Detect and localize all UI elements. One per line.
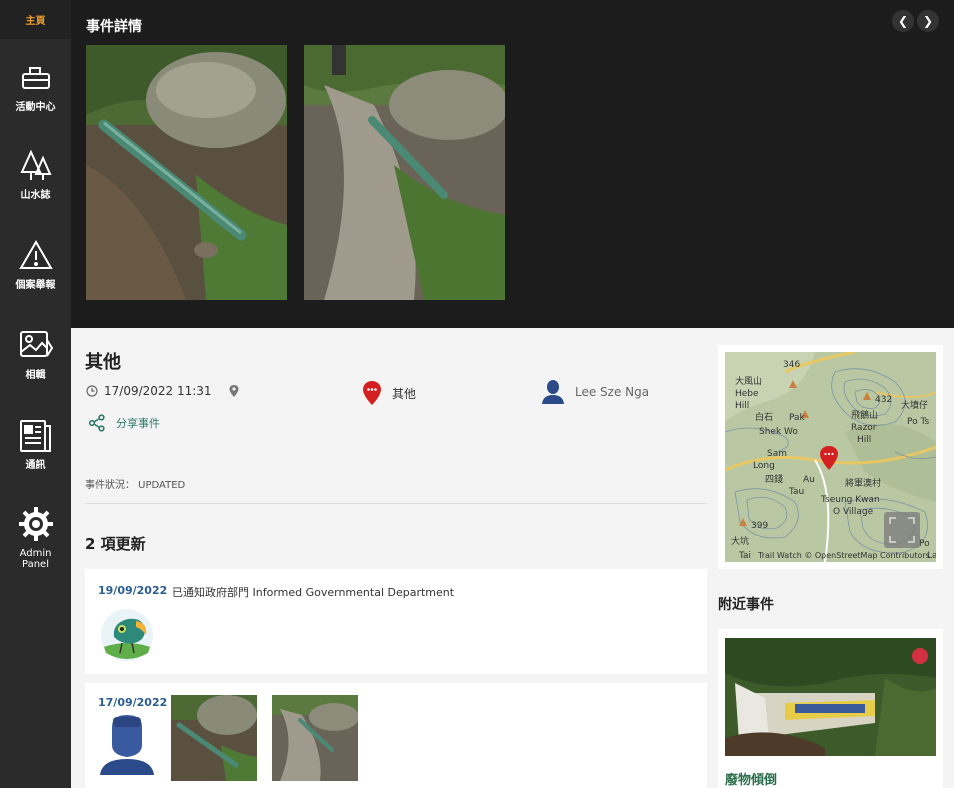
nearby-event-photo[interactable] [725, 638, 936, 756]
clock-icon [86, 385, 98, 397]
map-label: 432 [875, 395, 892, 405]
map-label: 399 [751, 521, 768, 531]
event-status: 事件狀況： UPDATED [85, 480, 186, 491]
sidebar-item-admin[interactable]: Admin Panel [0, 506, 71, 570]
event-photo-2[interactable] [304, 45, 505, 300]
map-label: 大坑 [731, 535, 749, 547]
reporter-name: Lee Sze Nga [575, 384, 650, 399]
sidebar-item-report[interactable]: 個案舉報 [0, 238, 71, 291]
chevron-left-icon: ❮ [897, 14, 909, 28]
map-label: Hebe [735, 389, 759, 399]
map-label: 大風山 [735, 375, 762, 387]
nearby-event-card[interactable]: 廢物傾倒 [718, 629, 943, 788]
sidebar-item-label: 個案舉報 [15, 280, 56, 291]
map-label: Tau [788, 487, 804, 497]
nearby-event-label: 廢物傾倒 [725, 773, 778, 788]
avatar [542, 380, 564, 404]
updates-title: 2 項更新 [85, 535, 146, 553]
sidebar-item-label: Admin Panel [19, 548, 52, 570]
album-icon [19, 331, 53, 357]
map-label: Au [803, 475, 815, 485]
warning-icon [18, 239, 53, 269]
map-label: 大墳仔 [901, 399, 928, 411]
map-attribution: Trail Watch © OpenStreetMap Contributors [757, 551, 930, 560]
event-photo-1[interactable] [86, 45, 287, 300]
update-card: 19/09/2022 已通知政府部門 Informed Governmental… [85, 569, 707, 674]
map-label: Shek Wo [759, 427, 798, 437]
update-date: 19/09/2022 [98, 584, 168, 597]
update-text: 已通知政府部門 Informed Governmental Department [172, 586, 455, 599]
map-label: O Village [833, 507, 874, 517]
nearby-title: 附近事件 [718, 597, 774, 613]
sidebar-home[interactable]: 主頁 [0, 0, 71, 39]
update-photo-2[interactable] [272, 695, 358, 781]
map-label: Tai [738, 551, 751, 561]
sidebar-item-activity[interactable]: 活動中心 [0, 60, 71, 113]
map-label: Hill [857, 435, 871, 445]
divider [85, 503, 707, 504]
sidebar-item-hiking[interactable]: 山水誌 [0, 148, 71, 201]
share-event-button[interactable]: 分享事件 [88, 414, 160, 432]
map-label: Pak [789, 413, 806, 423]
prev-button[interactable]: ❮ [892, 10, 914, 32]
chevron-right-icon: ❯ [922, 14, 934, 28]
event-map[interactable]: 346 大風山 Hebe Hill 白石 Pak Shek Wo 大墳仔 432… [725, 352, 936, 562]
sidebar-item-album[interactable]: 相輯 [0, 328, 71, 381]
update-date: 17/09/2022 [98, 696, 168, 709]
map-label: Po [919, 539, 930, 549]
activity-icon [21, 67, 50, 89]
share-icon [88, 414, 105, 432]
map-card: 346 大風山 Hebe Hill 白石 Pak Shek Wo 大墳仔 432… [718, 345, 943, 569]
share-label: 分享事件 [116, 417, 160, 430]
event-title: 其他 [85, 352, 121, 373]
event-gallery: 事件詳情 ❮ ❯ [71, 0, 954, 328]
map-label: 四錢 [765, 473, 783, 485]
sidebar-item-label: 相輯 [25, 370, 46, 381]
location-pin-icon[interactable] [228, 384, 240, 398]
trees-icon [19, 149, 52, 180]
event-category: 其他 [362, 380, 416, 406]
update-photo-1[interactable] [171, 695, 257, 781]
datetime-text: 17/09/2022 11:31 [104, 384, 212, 398]
sidebar-item-newsletter[interactable]: 通訊 [0, 418, 71, 471]
map-label: Sam [767, 449, 787, 459]
sidebar: 主頁 活動中心 山水誌 個案舉報 相輯 通訊 Admin Panel [0, 0, 71, 788]
gallery-title: 事件詳情 [86, 19, 142, 35]
map-label: Po Ts [907, 417, 929, 427]
event-datetime: 17/09/2022 11:31 [86, 384, 240, 398]
map-label: Tseung Kwan [820, 495, 880, 505]
sidebar-item-label: 通訊 [25, 460, 46, 471]
sidebar-item-label: 山水誌 [20, 190, 51, 201]
event-reporter: Lee Sze Nga [541, 379, 649, 404]
map-label: Razor [851, 423, 877, 433]
org-avatar [101, 609, 153, 661]
sidebar-item-label: 活動中心 [15, 102, 56, 113]
next-button[interactable]: ❯ [917, 10, 939, 32]
avatar [100, 715, 154, 775]
update-card: 17/09/2022 [85, 683, 707, 788]
map-label: 白石 [755, 411, 773, 423]
map-label: 飛鵝山 [851, 409, 878, 421]
map-label: Hill [735, 401, 749, 411]
newsletter-icon [19, 420, 51, 452]
category-pin-icon [363, 381, 381, 405]
map-label: Long [753, 461, 775, 471]
gear-icon [18, 507, 53, 541]
map-label: 346 [783, 360, 800, 370]
category-text: 其他 [392, 386, 417, 401]
map-label: 將軍澳村 [845, 477, 881, 489]
